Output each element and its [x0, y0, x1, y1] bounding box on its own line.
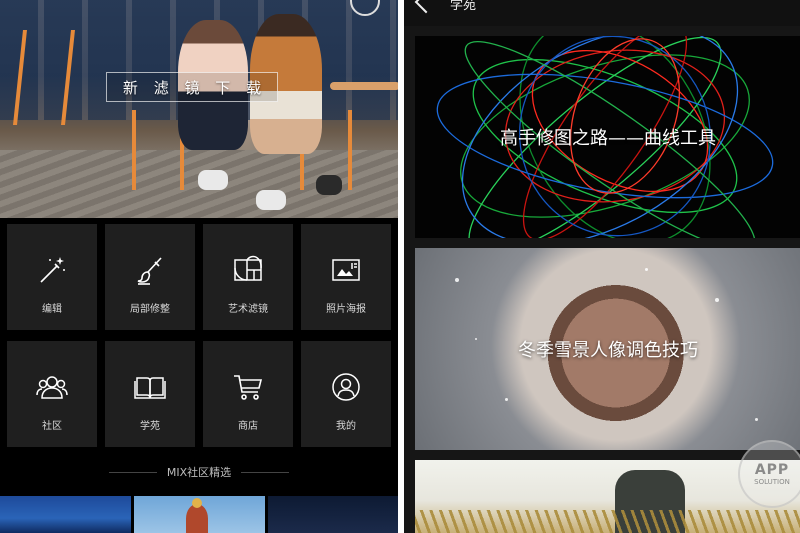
magic-wand-icon — [40, 257, 65, 283]
hero-shoe — [198, 170, 228, 190]
tutorial-card-title: 高手修图之路——曲线工具 — [500, 128, 716, 149]
academy-header: 学苑 — [404, 0, 800, 26]
golden-ratio-frame-icon — [234, 255, 262, 281]
brush-icon — [137, 257, 162, 285]
shopping-cart-icon — [234, 375, 263, 400]
tool-art-filter[interactable]: 艺术滤镜 — [203, 224, 293, 330]
tutorial-card-title: 冬季雪景人像调色技巧 — [518, 340, 698, 361]
user-profile-icon — [332, 373, 360, 401]
watermark-text: APP — [754, 462, 790, 478]
right-screen: 学苑 高手修图之路——曲线工具 冬季雪景人像调色技巧 — [404, 0, 800, 533]
hero-shoe — [256, 190, 286, 210]
thumbnail-cathedral-spire — [192, 498, 202, 508]
community-people-icon — [36, 376, 68, 399]
banner-char: 滤 — [153, 78, 169, 97]
banner-char: 新 — [122, 78, 138, 97]
snowflake — [645, 268, 648, 271]
snowflake — [475, 338, 477, 340]
tool-photo-poster[interactable]: 照片海报 — [301, 224, 391, 330]
divider-line — [108, 471, 157, 473]
hero-shoe — [316, 175, 342, 195]
tool-label: 照片海报 — [326, 304, 366, 315]
tutorial-card-curves[interactable]: 高手修图之路——曲线工具 — [415, 36, 800, 238]
tool-community[interactable]: 社区 — [7, 341, 97, 447]
banner-char: 下 — [215, 78, 231, 97]
tool-grid: 编辑 局部修整 艺术滤镜 照片海报 社区 学苑 商店 我的 — [7, 224, 393, 448]
section-title-text: MIX社区精选 — [166, 466, 232, 479]
banner-char: 载 — [246, 78, 262, 97]
banner-char: 镜 — [184, 78, 200, 97]
open-book-icon — [134, 377, 166, 399]
snowflake — [715, 298, 719, 302]
grass-foreground — [415, 510, 800, 533]
hero-table — [330, 82, 398, 90]
tool-academy[interactable]: 学苑 — [105, 341, 195, 447]
tutorial-card-winter-portrait[interactable]: 冬季雪景人像调色技巧 — [415, 248, 800, 450]
tool-label: 艺术滤镜 — [228, 304, 268, 315]
community-thumbnail[interactable] — [0, 496, 131, 533]
community-thumbnail[interactable] — [268, 496, 398, 533]
tool-label: 我的 — [336, 421, 356, 432]
tool-label: 社区 — [42, 421, 62, 432]
tool-edit[interactable]: 编辑 — [7, 224, 97, 330]
hero-banner-image[interactable]: 新 滤 镜 下 载 — [0, 0, 398, 218]
tool-local-retouch[interactable]: 局部修整 — [105, 224, 195, 330]
hero-chair — [13, 30, 75, 125]
community-picks-heading: MIX社区精选 — [0, 462, 398, 482]
tool-store[interactable]: 商店 — [203, 341, 293, 447]
new-filter-download-banner[interactable]: 新 滤 镜 下 载 — [106, 72, 278, 102]
watermark-subtext: SOLUTION — [754, 478, 790, 486]
back-arrow-icon[interactable] — [414, 0, 438, 14]
hero-chair — [132, 110, 184, 190]
snowflake — [455, 278, 459, 282]
tool-my-profile[interactable]: 我的 — [301, 341, 391, 447]
snowflake — [505, 398, 508, 401]
left-screen: 新 滤 镜 下 载 编辑 局部修整 艺术滤镜 照片海报 社区 学苑 商店 我的 … — [0, 0, 398, 533]
tool-label: 商店 — [238, 421, 258, 432]
photo-poster-icon — [332, 259, 360, 281]
header-title: 学苑 — [450, 0, 477, 13]
snowflake — [755, 418, 758, 421]
thumbnail-cathedral-dome — [186, 504, 208, 533]
tool-label: 编辑 — [42, 304, 62, 315]
tool-label: 学苑 — [140, 421, 160, 432]
tool-label: 局部修整 — [130, 304, 170, 315]
app-solution-watermark: APP SOLUTION — [738, 440, 800, 508]
divider-line — [241, 471, 290, 473]
